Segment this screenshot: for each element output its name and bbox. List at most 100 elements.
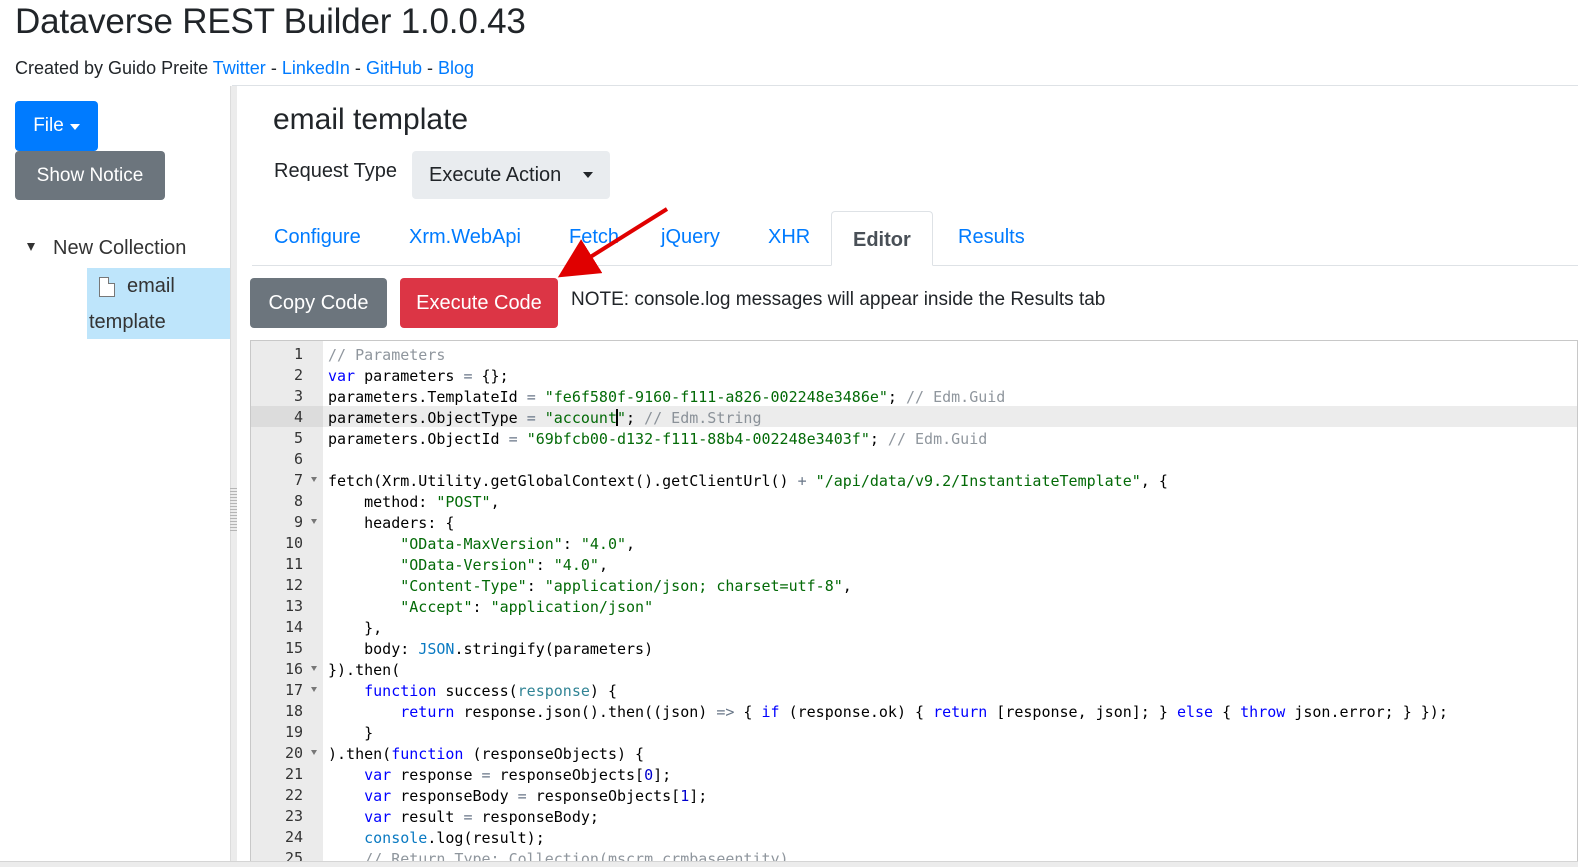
line-number-text: 18 xyxy=(284,702,303,720)
line-number-gutter: 1 2 3 4 5 6 7 8 9 10 11 12 13 14 15 16 17 18 19 20 21 22 23 24 2… xyxy=(251,341,323,866)
line-number: 5 xyxy=(251,427,323,448)
code-line: }).then( xyxy=(328,661,401,679)
line-number: 24 xyxy=(251,826,323,847)
credits-text: Created by Guido Preite xyxy=(15,58,209,78)
line-number-text: 12 xyxy=(284,576,303,594)
show-notice-button[interactable]: Show Notice xyxy=(15,151,165,200)
line-number: 2 xyxy=(251,364,323,385)
code-line: parameters.ObjectId = "69bfcb00-d132-f11… xyxy=(328,430,988,448)
line-number-text: 7 xyxy=(293,471,303,489)
line-number-text: 1 xyxy=(293,345,303,363)
line-number-text: 19 xyxy=(284,723,303,741)
tab-results[interactable]: Results xyxy=(958,226,1025,249)
line-number: 14 xyxy=(251,616,323,637)
file-button-label: File xyxy=(33,115,64,136)
line-number-text: 23 xyxy=(284,807,303,825)
line-number-text: 4 xyxy=(293,408,303,426)
fold-arrow-icon[interactable] xyxy=(311,477,317,482)
code-line: method: "POST", xyxy=(328,493,500,511)
copy-code-button[interactable]: Copy Code xyxy=(250,278,387,328)
line-number: 4 xyxy=(251,406,323,427)
tab-fetch[interactable]: Fetch xyxy=(569,226,619,249)
code-line: headers: { xyxy=(328,514,455,532)
line-number-text: 10 xyxy=(284,534,303,552)
line-number: 11 xyxy=(251,553,323,574)
code-line: console.log(result); xyxy=(364,829,545,847)
tree-root-new-collection[interactable]: New Collection xyxy=(53,237,186,260)
code-line: } xyxy=(328,724,374,742)
request-type-dropdown[interactable]: Execute Action xyxy=(412,151,610,199)
line-number-text: 13 xyxy=(284,597,303,615)
file-menu-button[interactable]: File xyxy=(15,101,98,151)
tree-node-label-wrap: template xyxy=(89,311,166,333)
expand-triangle-icon[interactable] xyxy=(27,243,35,251)
linkedin-link[interactable]: LinkedIn xyxy=(282,58,350,78)
code-line: var parameters = {}; xyxy=(328,367,509,385)
line-number: 6 xyxy=(251,448,323,469)
line-number-text: 8 xyxy=(293,492,303,510)
link-separator: - xyxy=(270,58,277,78)
tree-node-label: email xyxy=(127,275,175,297)
tab-editor[interactable]: Editor xyxy=(831,211,933,266)
code-line: "Accept": "application/json" xyxy=(400,598,654,616)
line-number: 1 xyxy=(251,343,323,364)
bottom-scroll-area xyxy=(0,861,1578,867)
code-line: // Parameters xyxy=(328,346,446,364)
line-number: 17 xyxy=(251,679,323,700)
tree-node-email-template[interactable]: email template xyxy=(87,268,230,339)
code-line: parameters.ObjectType = "account"; // Ed… xyxy=(328,409,762,427)
tab-configure[interactable]: Configure xyxy=(274,226,361,249)
line-number: 10 xyxy=(251,532,323,553)
code-editor[interactable]: 1 2 3 4 5 6 7 8 9 10 11 12 13 14 15 16 17 18 19 20 21 22 23 24 2… xyxy=(250,340,1578,867)
tab-xhr[interactable]: XHR xyxy=(768,226,810,249)
line-number: 18 xyxy=(251,700,323,721)
line-number: 9 xyxy=(251,511,323,532)
header-divider xyxy=(232,85,1578,86)
fold-arrow-icon[interactable] xyxy=(311,666,317,671)
code-line: }, xyxy=(328,619,383,637)
fold-arrow-icon[interactable] xyxy=(311,687,317,692)
code-line: fetch(Xrm.Utility.getGlobalContext().get… xyxy=(328,472,1168,490)
app-title: Dataverse REST Builder 1.0.0.43 xyxy=(15,2,526,41)
line-number: 22 xyxy=(251,784,323,805)
request-name-heading: email template xyxy=(273,103,469,136)
line-number-text: 9 xyxy=(293,513,303,531)
line-number-text: 16 xyxy=(284,660,303,678)
line-number: 16 xyxy=(251,658,323,679)
line-number-text: 15 xyxy=(284,639,303,657)
splitter-grip-icon[interactable] xyxy=(230,488,237,533)
line-number-text: 24 xyxy=(284,828,303,846)
fold-arrow-icon[interactable] xyxy=(311,519,317,524)
line-number: 13 xyxy=(251,595,323,616)
code-line: var response = responseObjects[0]; xyxy=(364,766,672,784)
line-number-text: 11 xyxy=(284,555,303,573)
github-link[interactable]: GitHub xyxy=(366,58,422,78)
fold-arrow-icon[interactable] xyxy=(311,750,317,755)
request-type-label: Request Type xyxy=(274,160,398,182)
line-number-text: 3 xyxy=(293,387,303,405)
request-type-value: Execute Action xyxy=(429,163,562,186)
execute-code-button[interactable]: Execute Code xyxy=(400,278,558,328)
line-number-text: 21 xyxy=(284,765,303,783)
twitter-link[interactable]: Twitter xyxy=(213,58,266,78)
code-line: body: JSON.stringify(parameters) xyxy=(328,640,654,658)
line-number: 12 xyxy=(251,574,323,595)
caret-down-icon xyxy=(583,172,593,178)
code-line: var result = responseBody; xyxy=(364,808,599,826)
code-line: "OData-MaxVersion": "4.0", xyxy=(400,535,636,553)
code-line: parameters.TemplateId = "fe6f580f-9160-f… xyxy=(328,388,1006,406)
line-number: 7 xyxy=(251,469,323,490)
credits: Created by Guido Preite Twitter - Linked… xyxy=(15,58,474,79)
tab-jquery[interactable]: jQuery xyxy=(661,226,720,249)
line-number: 19 xyxy=(251,721,323,742)
line-number-text: 2 xyxy=(293,366,303,384)
line-number-text: 6 xyxy=(293,450,303,468)
tab-xrm-webapi[interactable]: Xrm.WebApi xyxy=(409,226,521,249)
line-number: 3 xyxy=(251,385,323,406)
code-content[interactable]: // Parameters var parameters = {}; paramet… xyxy=(328,343,1577,866)
code-line: ).then(function (responseObjects) { xyxy=(328,745,645,763)
code-line: return response.json().then((json) => { … xyxy=(400,703,1448,721)
pane-splitter[interactable] xyxy=(230,86,237,867)
line-number-text: 17 xyxy=(284,681,303,699)
blog-link[interactable]: Blog xyxy=(438,58,474,78)
